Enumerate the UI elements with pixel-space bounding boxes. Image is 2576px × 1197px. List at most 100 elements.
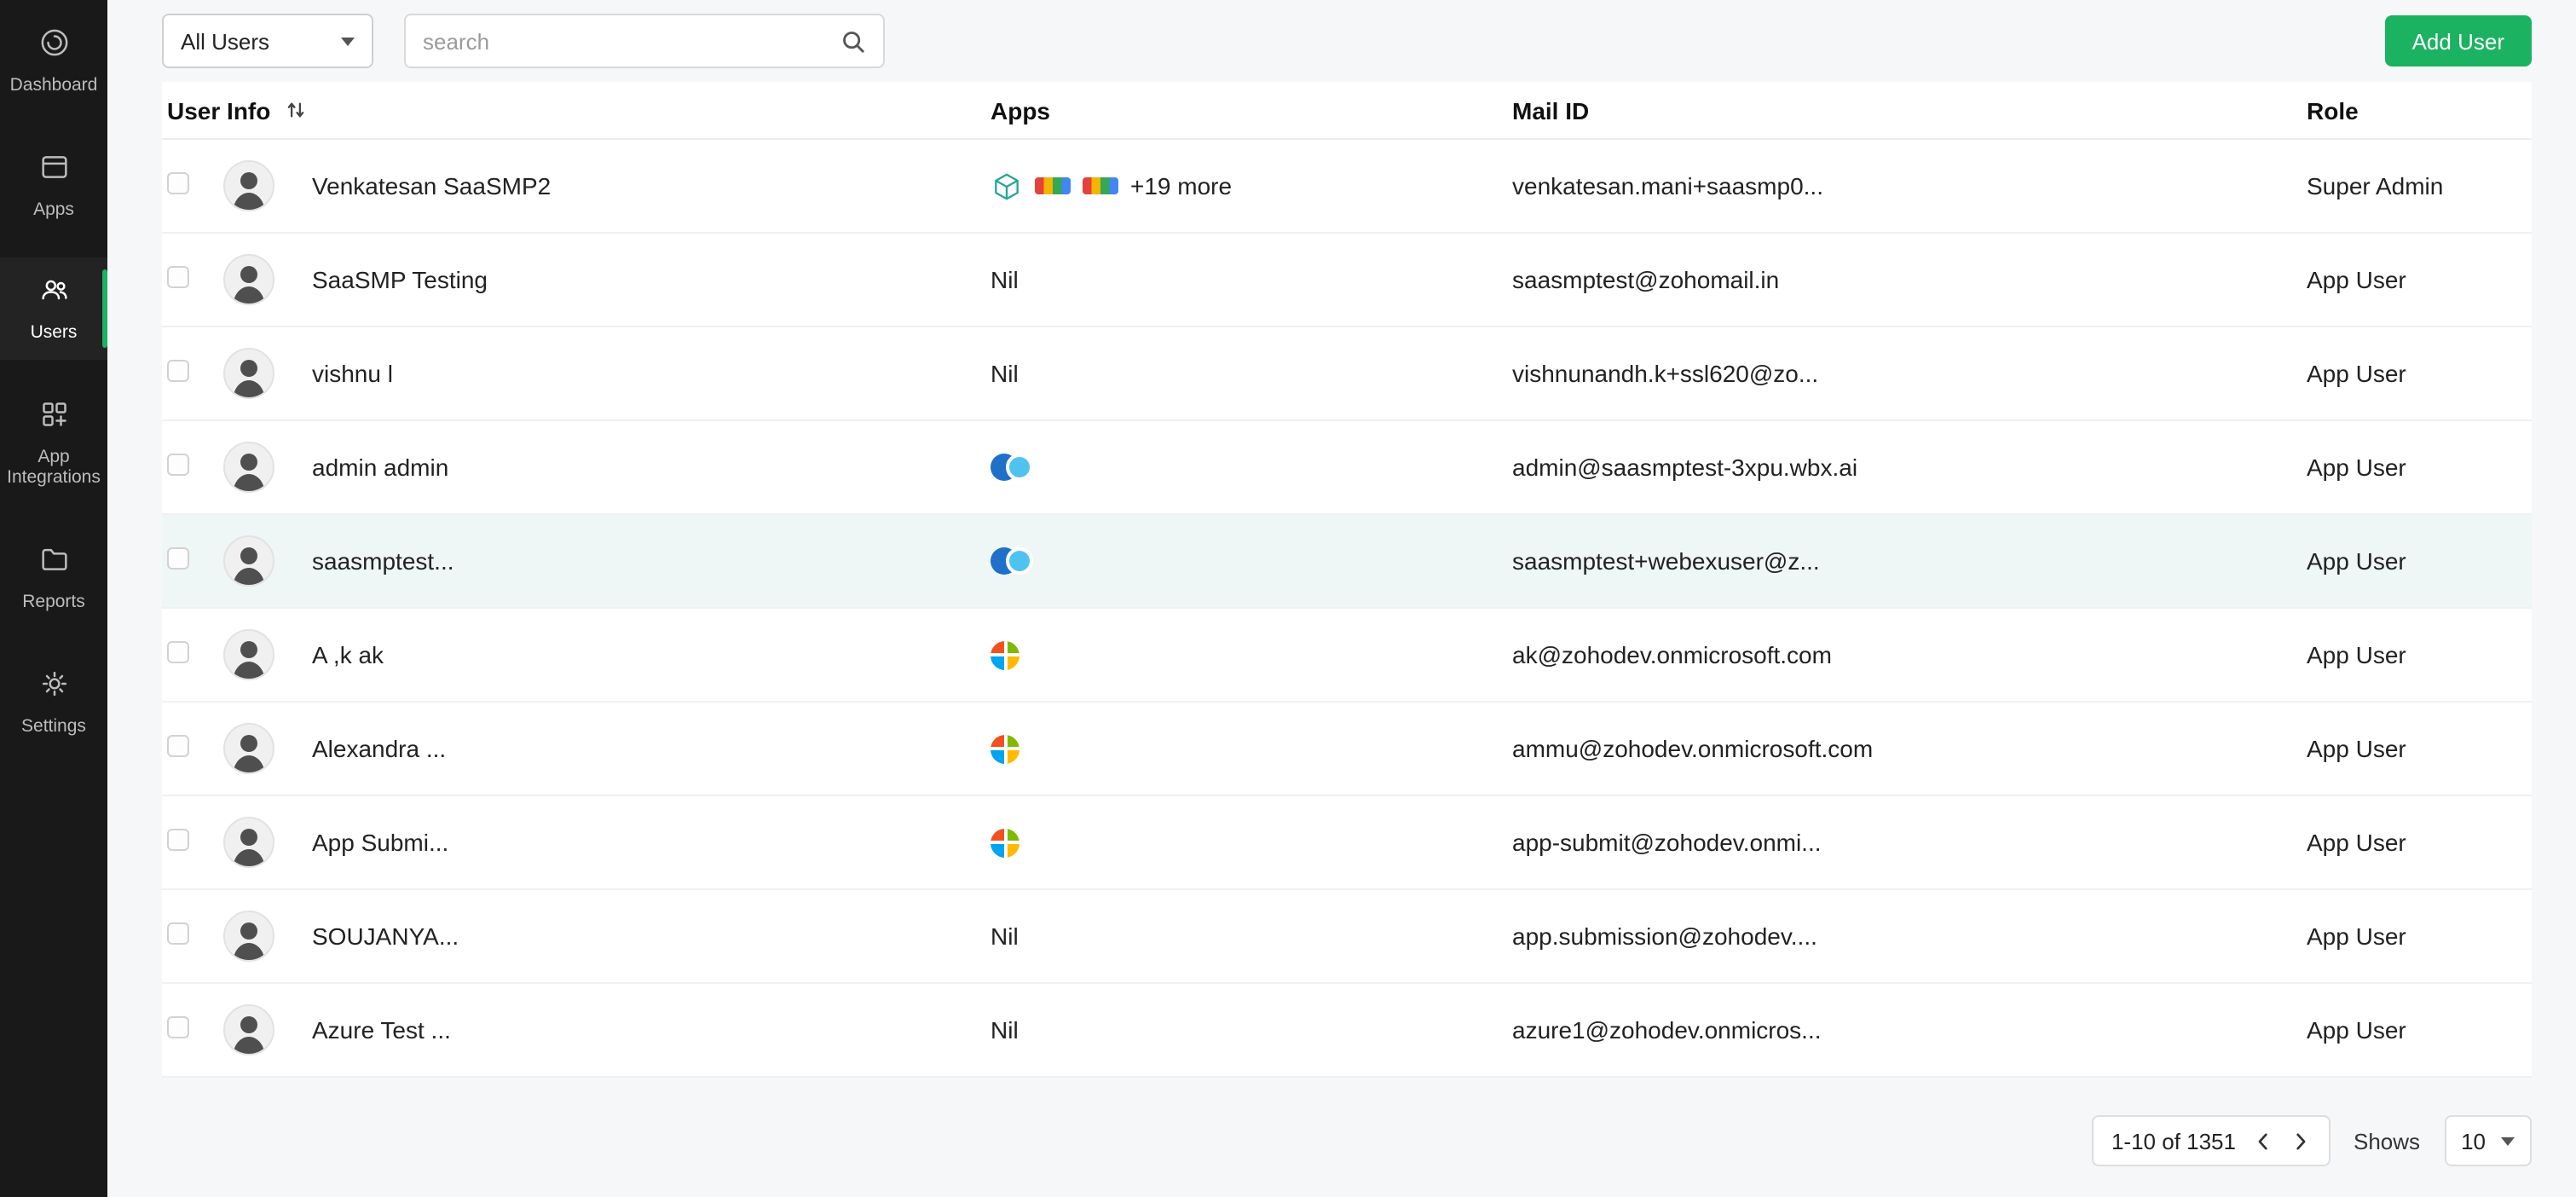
apps-cell: [991, 828, 1512, 857]
nil-label: Nil: [991, 1016, 1019, 1044]
gear-icon: [37, 666, 71, 708]
app-logo-icon: [1035, 177, 1071, 194]
mail-id: saasmptest+webexuser@z...: [1512, 547, 1820, 575]
column-header-user-info: User Info: [167, 96, 271, 124]
row-checkbox[interactable]: [167, 547, 189, 570]
table-row[interactable]: vishnu l Nil vishnunandh.k+ssl620@zo... …: [162, 327, 2532, 421]
user-role: App User: [2307, 735, 2406, 762]
search-input[interactable]: [423, 28, 827, 54]
user-name: saasmptest...: [312, 547, 454, 575]
users-icon: [37, 273, 71, 315]
avatar: [223, 629, 274, 680]
row-checkbox[interactable]: [167, 266, 189, 288]
sidebar-item-users[interactable]: Users: [0, 257, 107, 360]
mail-id: venkatesan.mani+saasmp0...: [1512, 172, 1823, 200]
toolbar: All Users Add User: [162, 0, 2532, 82]
sidebar-item-label: Users: [30, 322, 78, 344]
row-checkbox[interactable]: [167, 922, 189, 945]
page-size-dropdown[interactable]: 10: [2444, 1115, 2532, 1166]
user-filter-dropdown[interactable]: All Users: [162, 14, 373, 68]
next-page-button[interactable]: [2289, 1130, 2311, 1152]
microsoft-app-icon: [991, 640, 1019, 669]
apps-cell: Nil: [991, 266, 1512, 293]
row-checkbox[interactable]: [167, 735, 189, 757]
reports-icon: [37, 542, 71, 585]
shows-label: Shows: [2354, 1128, 2421, 1154]
more-apps-link[interactable]: +19 more: [1130, 172, 1232, 200]
row-checkbox[interactable]: [167, 454, 189, 476]
user-role: App User: [2307, 641, 2406, 668]
main-content: All Users Add User User Info Apps Mail I…: [107, 0, 2576, 1197]
table-row[interactable]: SaaSMP Testing Nil saasmptest@zohomail.i…: [162, 234, 2532, 327]
sidebar-item-label: Reports: [22, 591, 85, 612]
search-icon: [843, 31, 864, 52]
cube-app-icon: [991, 170, 1023, 202]
table-row[interactable]: App Submi... app-submit@zohodev.onmi... …: [162, 796, 2532, 890]
chevron-left-icon: [2257, 1132, 2267, 1149]
users-table: User Info Apps Mail ID Role Venkatesan S…: [162, 82, 2532, 1078]
table-row[interactable]: Azure Test ... Nil azure1@zohodev.onmicr…: [162, 984, 2532, 1078]
apps-cell: [991, 734, 1512, 763]
user-name: Alexandra ...: [312, 735, 447, 762]
avatar: [223, 723, 274, 774]
table-row[interactable]: A ,k ak ak@zohodev.onmicrosoft.com App U…: [162, 609, 2532, 703]
user-role: App User: [2307, 266, 2406, 293]
user-name: admin admin: [312, 454, 449, 481]
row-checkbox[interactable]: [167, 829, 189, 851]
avatar: [223, 442, 274, 493]
previous-page-button[interactable]: [2251, 1130, 2273, 1152]
column-header-mail-id: Mail ID: [1512, 96, 1590, 124]
avatar: [223, 535, 274, 587]
user-role: App User: [2307, 1016, 2406, 1044]
nil-label: Nil: [991, 266, 1019, 293]
table-row[interactable]: Alexandra ... ammu@zohodev.onmicrosoft.c…: [162, 703, 2532, 796]
user-name: Venkatesan SaaSMP2: [312, 172, 552, 200]
user-name: A ,k ak: [312, 641, 384, 668]
sidebar-item-app-integrations[interactable]: App Integrations: [0, 382, 107, 505]
mail-id: vishnunandh.k+ssl620@zo...: [1512, 360, 1819, 387]
table-row[interactable]: admin admin admin@saasmptest-3xpu.wbx.ai…: [162, 421, 2532, 515]
apps-icon: [37, 149, 71, 192]
user-role: App User: [2307, 829, 2406, 856]
avatar: [223, 160, 274, 211]
apps-cell: Nil: [991, 1016, 1512, 1044]
nil-label: Nil: [991, 360, 1019, 387]
apps-cell: [991, 547, 1512, 575]
sidebar: Dashboard Apps Users App Integrations Re…: [0, 0, 107, 1197]
apps-cell: [991, 640, 1512, 669]
user-name: App Submi...: [312, 829, 449, 856]
sidebar-item-apps[interactable]: Apps: [0, 134, 107, 235]
table-row[interactable]: saasmptest... saasmptest+webexuser@z... …: [162, 515, 2532, 609]
row-checkbox[interactable]: [167, 172, 189, 194]
user-role: Super Admin: [2307, 172, 2444, 200]
table-row[interactable]: SOUJANYA... Nil app.submission@zohodev..…: [162, 890, 2532, 984]
table-row[interactable]: Venkatesan SaaSMP2 +19 more venkatesan.m…: [162, 140, 2532, 234]
integrations-icon: [37, 397, 71, 440]
page-range: 1-10 of 1351: [2111, 1128, 2236, 1154]
row-checkbox[interactable]: [167, 641, 189, 663]
filter-selected-value: All Users: [181, 28, 270, 54]
avatar: [223, 817, 274, 868]
chevron-down-icon: [341, 37, 355, 45]
sidebar-item-label: Apps: [33, 199, 74, 220]
row-checkbox[interactable]: [167, 360, 189, 382]
user-role: App User: [2307, 454, 2406, 481]
sidebar-item-dashboard[interactable]: Dashboard: [0, 10, 107, 112]
sidebar-item-label: Dashboard: [9, 75, 98, 95]
avatar: [223, 348, 274, 399]
webex-app-icon: [991, 547, 1033, 575]
user-name: vishnu l: [312, 360, 393, 387]
add-user-button[interactable]: Add User: [2384, 15, 2532, 66]
table-header-row: User Info Apps Mail ID Role: [162, 82, 2532, 140]
row-checkbox[interactable]: [167, 1016, 189, 1038]
apps-cell: [991, 454, 1512, 481]
sidebar-item-settings[interactable]: Settings: [0, 651, 107, 752]
mail-id: ak@zohodev.onmicrosoft.com: [1512, 641, 1832, 668]
avatar: [223, 911, 274, 962]
apps-cell: +19 more: [991, 170, 1512, 202]
chevron-down-icon: [2501, 1136, 2515, 1145]
sort-icon[interactable]: [284, 99, 306, 121]
user-role: App User: [2307, 922, 2406, 950]
mail-id: app-submit@zohodev.onmi...: [1512, 829, 1822, 856]
sidebar-item-reports[interactable]: Reports: [0, 527, 107, 628]
